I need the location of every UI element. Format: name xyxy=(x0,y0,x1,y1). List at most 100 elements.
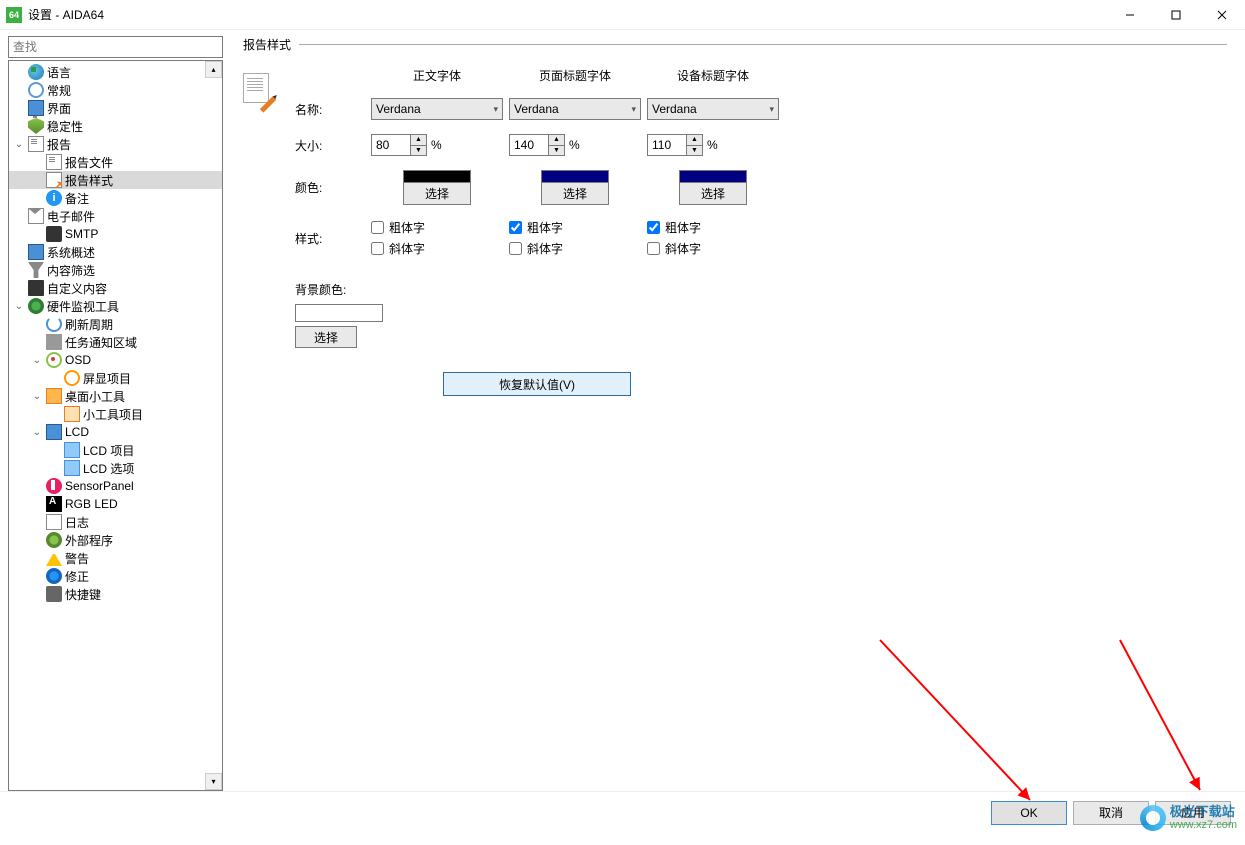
tree-item-label: 电子邮件 xyxy=(47,208,95,225)
gear-icon xyxy=(28,82,44,98)
tree-item-8[interactable]: 电子邮件 xyxy=(9,207,222,225)
spin-up-icon[interactable]: ▲ xyxy=(549,135,564,146)
settings-tree[interactable]: 语言常规界面稳定性 ⌄ 报告报告文件报告样式i备注电子邮件SMTP系统概述内容筛选自… xyxy=(9,61,222,605)
tree-item-18[interactable]: ⌄ 桌面小工具 xyxy=(9,387,222,405)
tree-item-27[interactable]: 警告 xyxy=(9,549,222,567)
italic-checkbox-2[interactable]: 斜体字 xyxy=(647,240,779,257)
tree-item-22[interactable]: LCD 选项 xyxy=(9,459,222,477)
tree-item-24[interactable]: RGB LED xyxy=(9,495,222,513)
gadget-item-icon xyxy=(64,406,80,422)
watermark-line2: www.xz7.com xyxy=(1170,819,1237,831)
color-swatch-0 xyxy=(403,170,471,183)
font-size-spinner-2[interactable]: ▲▼ xyxy=(647,134,703,156)
tree-item-17[interactable]: 屏显项目 xyxy=(9,369,222,387)
font-name-combo-1[interactable]: Verdana▾ xyxy=(509,98,641,120)
expander-icon[interactable]: ⌄ xyxy=(13,139,25,150)
close-button[interactable] xyxy=(1199,0,1245,30)
tree-item-label: 报告 xyxy=(47,136,71,153)
font-size-spinner-1[interactable]: ▲▼ xyxy=(509,134,565,156)
bg-choose-button[interactable]: 选择 xyxy=(295,326,357,348)
font-name-combo-0[interactable]: Verdana▾ xyxy=(371,98,503,120)
tree-item-14[interactable]: 刷新周期 xyxy=(9,315,222,333)
filter-icon xyxy=(28,262,44,278)
tree-item-label: 硬件监视工具 xyxy=(47,298,119,315)
choose-color-button-0[interactable]: 选择 xyxy=(403,183,471,205)
tree-item-0[interactable]: 语言 xyxy=(9,63,222,81)
tree-item-26[interactable]: 外部程序 xyxy=(9,531,222,549)
tree-item-7[interactable]: i备注 xyxy=(9,189,222,207)
choose-color-button-1[interactable]: 选择 xyxy=(541,183,609,205)
bold-checkbox-0[interactable]: 粗体字 xyxy=(371,219,503,236)
spin-down-icon[interactable]: ▼ xyxy=(549,146,564,156)
restore-defaults-button[interactable]: 恢复默认值(V) xyxy=(443,372,631,396)
fix-icon xyxy=(46,568,62,584)
scroll-up-button[interactable]: ▴ xyxy=(205,61,222,78)
spin-down-icon[interactable]: ▼ xyxy=(411,146,426,156)
tree-item-29[interactable]: 快捷键 xyxy=(9,585,222,603)
tree-item-13[interactable]: ⌄ 硬件监视工具 xyxy=(9,297,222,315)
tree-item-label: 屏显项目 xyxy=(83,370,131,387)
tree-item-1[interactable]: 常规 xyxy=(9,81,222,99)
tree-item-label: 修正 xyxy=(65,568,89,585)
tree-item-19[interactable]: 小工具项目 xyxy=(9,405,222,423)
lcd-icon xyxy=(46,424,62,440)
font-name-combo-2[interactable]: Verdana▾ xyxy=(647,98,779,120)
tree-item-21[interactable]: LCD 项目 xyxy=(9,441,222,459)
background-color-section: 背景颜色: 选择 xyxy=(295,281,779,348)
tree-item-23[interactable]: SensorPanel xyxy=(9,477,222,495)
tree-item-label: 任务通知区域 xyxy=(65,334,137,351)
tree-item-9[interactable]: SMTP xyxy=(9,225,222,243)
search-input[interactable] xyxy=(8,36,223,58)
tree-item-15[interactable]: 任务通知区域 xyxy=(9,333,222,351)
app-icon: 64 xyxy=(6,7,22,23)
monitor-icon xyxy=(28,100,44,116)
choose-color-button-2[interactable]: 选择 xyxy=(679,183,747,205)
tree-item-11[interactable]: 内容筛选 xyxy=(9,261,222,279)
tree-item-label: OSD xyxy=(65,353,91,367)
tree-item-5[interactable]: 报告文件 xyxy=(9,153,222,171)
cancel-button[interactable]: 取消 xyxy=(1073,801,1149,825)
sys-icon xyxy=(28,244,44,260)
italic-checkbox-0[interactable]: 斜体字 xyxy=(371,240,503,257)
ok-button[interactable]: OK xyxy=(991,801,1067,825)
tree-item-6[interactable]: 报告样式 xyxy=(9,171,222,189)
expander-icon[interactable]: ⌄ xyxy=(31,427,43,438)
maximize-button[interactable] xyxy=(1153,0,1199,30)
row-label-size: 大小: xyxy=(295,137,365,154)
hw-icon xyxy=(28,298,44,314)
expander-icon[interactable]: ⌄ xyxy=(31,391,43,402)
scroll-down-button[interactable]: ▾ xyxy=(205,773,222,790)
expander-icon[interactable]: ⌄ xyxy=(31,355,43,366)
tree-item-16[interactable]: ⌄ OSD xyxy=(9,351,222,369)
tree-item-4[interactable]: ⌄ 报告 xyxy=(9,135,222,153)
spin-down-icon[interactable]: ▼ xyxy=(687,146,702,156)
bold-checkbox-1[interactable]: 粗体字 xyxy=(509,219,641,236)
bold-checkbox-2[interactable]: 粗体字 xyxy=(647,219,779,236)
row-label-color: 颜色: xyxy=(295,179,365,196)
tree-item-25[interactable]: 日志 xyxy=(9,513,222,531)
titlebar: 64 设置 - AIDA64 xyxy=(0,0,1245,30)
spin-up-icon[interactable]: ▲ xyxy=(687,135,702,146)
dialog-footer: OK 取消 应用 xyxy=(0,791,1245,833)
expander-icon[interactable]: ⌄ xyxy=(13,301,25,312)
tree-item-3[interactable]: 稳定性 xyxy=(9,117,222,135)
report-icon xyxy=(46,154,62,170)
minimize-button[interactable] xyxy=(1107,0,1153,30)
tree-item-label: 备注 xyxy=(65,190,89,207)
report-style-icon xyxy=(46,172,62,188)
tree-item-28[interactable]: 修正 xyxy=(9,567,222,585)
tree-item-2[interactable]: 界面 xyxy=(9,99,222,117)
info-icon: i xyxy=(46,190,62,206)
spin-up-icon[interactable]: ▲ xyxy=(411,135,426,146)
key-icon xyxy=(46,586,62,602)
tree-item-10[interactable]: 系统概述 xyxy=(9,243,222,261)
tree-item-20[interactable]: ⌄LCD xyxy=(9,423,222,441)
font-size-spinner-0[interactable]: ▲▼ xyxy=(371,134,427,156)
chevron-down-icon: ▾ xyxy=(769,104,774,115)
window-controls xyxy=(1107,0,1245,30)
italic-checkbox-1[interactable]: 斜体字 xyxy=(509,240,641,257)
tree-item-label: 语言 xyxy=(47,64,71,81)
tree-item-12[interactable]: 自定义内容 xyxy=(9,279,222,297)
tree-item-label: 桌面小工具 xyxy=(65,388,125,405)
warn-icon xyxy=(46,550,62,566)
